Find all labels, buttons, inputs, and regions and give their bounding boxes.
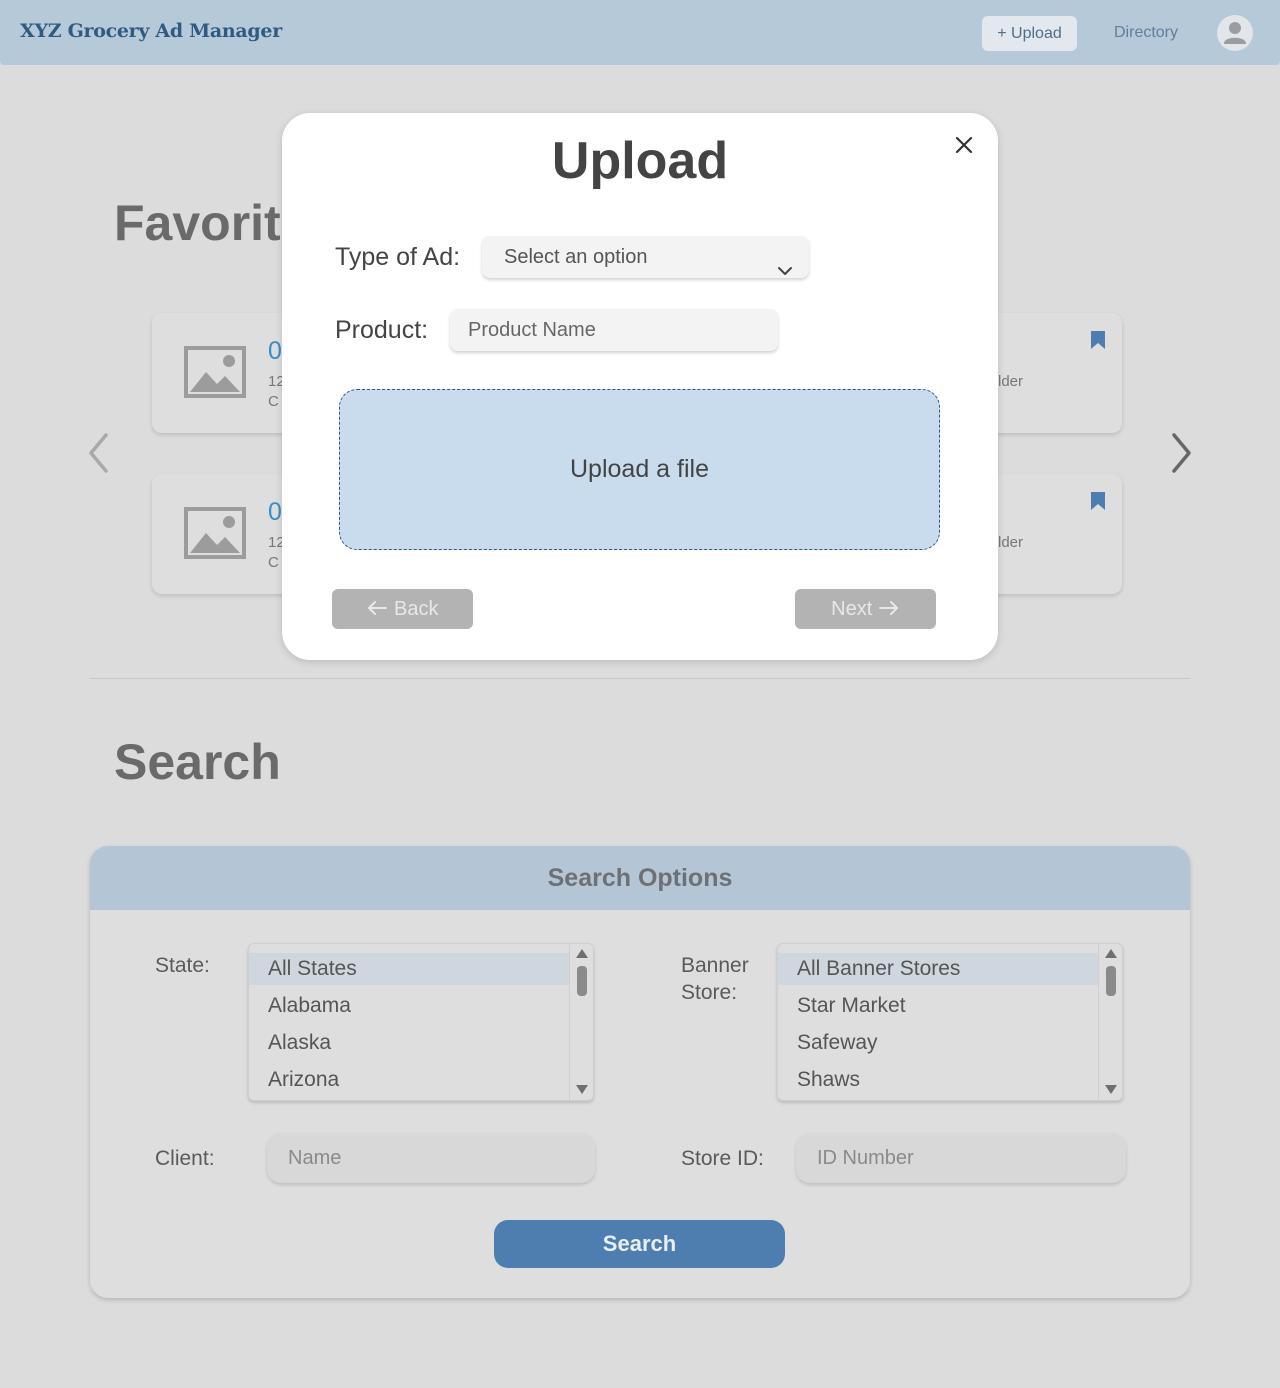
type-of-ad-label: Type of Ad: xyxy=(335,243,461,271)
search-title: Search xyxy=(114,734,281,790)
client-label: Client: xyxy=(155,1147,215,1170)
next-label: Next xyxy=(831,598,873,620)
search-options-panel: Search Options State: All States Alabama… xyxy=(90,846,1190,1298)
back-label: Back xyxy=(394,598,439,620)
card-detail: C xyxy=(268,393,279,410)
back-button[interactable]: Back xyxy=(332,589,473,629)
scroll-down-icon[interactable] xyxy=(1105,1085,1117,1094)
card-title: 0 xyxy=(268,498,282,526)
banner-option[interactable]: Shaws xyxy=(778,1064,1100,1096)
arrow-right-icon xyxy=(878,601,898,616)
state-option[interactable]: Arizona xyxy=(249,1064,571,1096)
banner-store-label-line: Banner xyxy=(681,954,749,977)
user-avatar-icon[interactable] xyxy=(1217,15,1253,51)
image-placeholder-icon xyxy=(184,346,246,403)
directory-link[interactable]: Directory xyxy=(1114,24,1178,42)
chevron-down-icon xyxy=(777,250,793,292)
banner-option[interactable]: All Banner Stores xyxy=(778,953,1100,985)
scroll-up-icon[interactable] xyxy=(1105,949,1117,958)
bookmark-icon[interactable] xyxy=(1090,330,1106,355)
search-options-header: Search Options xyxy=(90,846,1190,910)
scroll-up-icon[interactable] xyxy=(576,949,588,958)
chevron-left-icon[interactable] xyxy=(86,432,112,479)
upload-button[interactable]: + Upload xyxy=(982,16,1077,51)
search-button[interactable]: Search xyxy=(494,1220,785,1268)
upload-modal: Upload Type of Ad: Select an option Prod… xyxy=(282,113,998,660)
state-listbox[interactable]: All States Alabama Alaska Arizona xyxy=(248,943,594,1101)
modal-title: Upload xyxy=(551,132,729,190)
next-button[interactable]: Next xyxy=(795,589,936,629)
card-title: 0 xyxy=(268,337,282,365)
card-detail: C xyxy=(268,554,279,571)
product-label: Product: xyxy=(335,316,429,344)
banner-option[interactable]: Safeway xyxy=(778,1027,1100,1059)
product-name-input[interactable]: Product Name xyxy=(450,309,778,351)
store-id-label: Store ID: xyxy=(681,1147,764,1170)
state-option[interactable]: Alaska xyxy=(249,1027,571,1059)
store-id-input[interactable]: ID Number xyxy=(796,1133,1126,1183)
card-detail: lder xyxy=(998,534,1024,551)
banner-option[interactable]: Star Market xyxy=(778,990,1100,1022)
scroll-thumb[interactable] xyxy=(1106,966,1116,996)
image-placeholder-icon xyxy=(184,507,246,564)
top-navbar: XYZ Grocery Ad Manager + Upload Director… xyxy=(0,0,1280,65)
client-name-input[interactable]: Name xyxy=(267,1133,595,1183)
close-icon[interactable] xyxy=(952,133,976,157)
app-brand[interactable]: XYZ Grocery Ad Manager xyxy=(20,20,282,42)
state-option[interactable]: Alabama xyxy=(249,990,571,1022)
scroll-down-icon[interactable] xyxy=(576,1085,588,1094)
card-detail: lder xyxy=(998,373,1024,390)
arrow-left-icon xyxy=(368,601,388,616)
scroll-thumb[interactable] xyxy=(577,966,587,996)
state-option[interactable]: All States xyxy=(249,953,571,985)
favorites-title: Favorit xyxy=(114,195,281,251)
ad-type-value: Select an option xyxy=(504,246,648,268)
banner-scrollbar[interactable] xyxy=(1098,944,1122,1100)
state-scrollbar[interactable] xyxy=(569,944,593,1100)
state-label: State: xyxy=(155,954,210,977)
ad-type-select[interactable]: Select an option xyxy=(482,236,809,278)
file-dropzone[interactable]: Upload a file xyxy=(339,389,940,550)
section-divider xyxy=(90,678,1190,679)
banner-store-listbox[interactable]: All Banner Stores Star Market Safeway Sh… xyxy=(777,943,1123,1101)
bookmark-icon[interactable] xyxy=(1090,491,1106,516)
chevron-right-icon[interactable] xyxy=(1168,432,1194,479)
banner-store-label-line: Store: xyxy=(681,981,738,1004)
banner-store-label: Banner Store: xyxy=(681,952,749,1006)
